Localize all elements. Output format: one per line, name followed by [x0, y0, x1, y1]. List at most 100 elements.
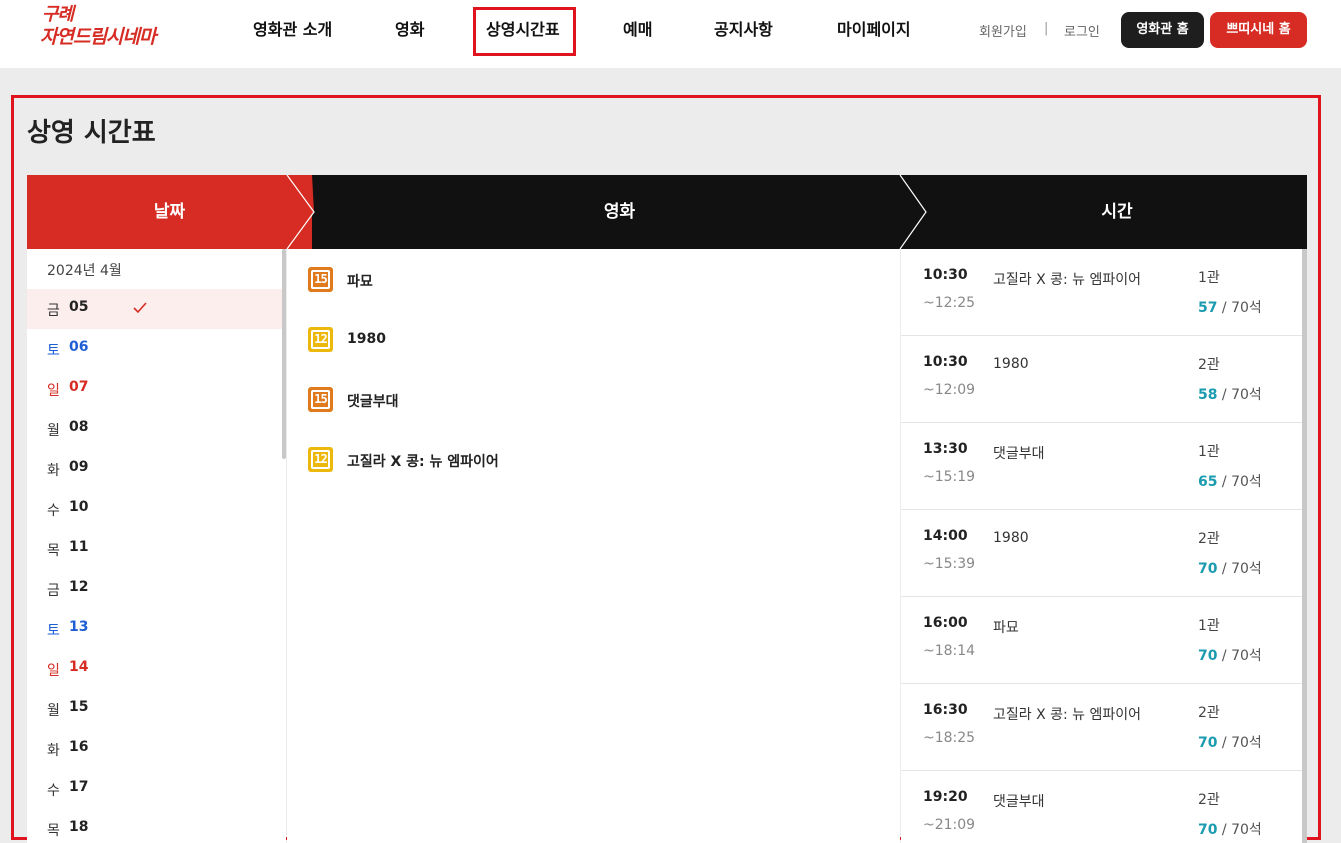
- date-day: 14: [69, 659, 89, 675]
- site-logo[interactable]: 구례 자연드림시네마: [40, 4, 170, 56]
- page-title: 상영 시간표: [27, 118, 156, 148]
- seats-total: / 70석: [1217, 474, 1262, 490]
- ppitti-home-button[interactable]: 쁘띠시네 홈: [1210, 12, 1307, 48]
- logo-line-2: 자연드림시네마: [40, 26, 156, 48]
- age-rating-badge: 12: [308, 327, 333, 352]
- date-day-of-week: 일: [47, 663, 60, 679]
- age-rating-text: 12: [311, 450, 330, 469]
- nav-notice[interactable]: 공지사항: [714, 18, 773, 42]
- showtime-end: ~15:19: [923, 469, 976, 485]
- date-day: 17: [69, 779, 89, 795]
- showtime-scrollbar[interactable]: [1302, 249, 1307, 843]
- date-item[interactable]: 월 08: [27, 409, 282, 449]
- showtime-slot[interactable]: 13:30 ~15:19 댓글부대 1관 65 / 70석: [901, 423, 1303, 510]
- movie-title: 파묘: [347, 274, 373, 290]
- showtime-slot[interactable]: 16:30 ~18:25 고질라 X 콩: 뉴 엠파이어 2관 70 / 70석: [901, 684, 1303, 771]
- date-item[interactable]: 토 06: [27, 329, 282, 369]
- showtime-movie-title: 1980: [993, 530, 1029, 546]
- date-day: 16: [69, 739, 89, 755]
- date-day: 12: [69, 579, 89, 595]
- site-header: 구례 자연드림시네마 영화관 소개 영화 상영시간표 예매 공지사항 마이페이지…: [0, 0, 1341, 68]
- signup-link[interactable]: 회원가입: [979, 21, 1027, 40]
- date-day-of-week: 화: [47, 743, 60, 759]
- showtime-end: ~12:25: [923, 295, 976, 311]
- age-rating-text: 15: [311, 270, 330, 289]
- movie-item[interactable]: 12 1980: [287, 319, 900, 359]
- age-rating-badge: 15: [308, 387, 333, 412]
- date-item[interactable]: 화 09: [27, 449, 282, 489]
- date-day: 06: [69, 339, 89, 355]
- nav-movies[interactable]: 영화: [395, 18, 424, 42]
- movie-item[interactable]: 15 댓글부대: [287, 379, 900, 419]
- showtime-hall: 1관: [1198, 270, 1220, 286]
- showtime-slot[interactable]: 10:30 ~12:25 고질라 X 콩: 뉴 엠파이어 1관 57 / 70석: [901, 249, 1303, 336]
- date-item[interactable]: 일 07: [27, 369, 282, 409]
- seats-total: / 70석: [1217, 735, 1262, 751]
- date-day: 08: [69, 419, 89, 435]
- theater-home-button[interactable]: 영화관 홈: [1121, 12, 1204, 48]
- nav-theater-intro[interactable]: 영화관 소개: [253, 18, 332, 42]
- seats-available: 70: [1198, 822, 1218, 838]
- showtime-hall: 2관: [1198, 357, 1220, 373]
- date-scrollbar[interactable]: [282, 249, 286, 459]
- date-item[interactable]: 화 16: [27, 729, 282, 769]
- showtime-start: 16:00: [923, 615, 968, 631]
- date-item[interactable]: 일 14: [27, 649, 282, 689]
- seats-available: 70: [1198, 735, 1218, 751]
- date-day-of-week: 금: [47, 303, 60, 319]
- date-day: 11: [69, 539, 89, 555]
- date-day: 13: [69, 619, 89, 635]
- showtime-movie-title: 파묘: [993, 620, 1019, 636]
- date-day-of-week: 수: [47, 783, 60, 799]
- showtime-seats: 70 / 70석: [1198, 645, 1262, 665]
- seats-available: 70: [1198, 561, 1218, 577]
- showtime-start: 16:30: [923, 702, 968, 718]
- showtime-end: ~12:09: [923, 382, 976, 398]
- showtime-hall: 2관: [1198, 531, 1220, 547]
- date-day-of-week: 월: [47, 703, 60, 719]
- movie-title: 댓글부대: [347, 394, 399, 410]
- date-day: 07: [69, 379, 89, 395]
- seats-available: 57: [1198, 300, 1218, 316]
- date-item[interactable]: 금 12: [27, 569, 282, 609]
- nav-booking[interactable]: 예매: [623, 18, 652, 42]
- seats-total: / 70석: [1217, 387, 1262, 403]
- showtime-slot[interactable]: 19:20 ~21:09 댓글부대 2관 70 / 70석: [901, 771, 1303, 843]
- showtime-movie-title: 1980: [993, 356, 1029, 372]
- age-rating-text: 15: [311, 390, 330, 409]
- showtime-seats: 70 / 70석: [1198, 558, 1262, 578]
- movie-title: 1980: [347, 331, 386, 347]
- date-item[interactable]: 목 11: [27, 529, 282, 569]
- showtime-end: ~15:39: [923, 556, 976, 572]
- movie-item[interactable]: 12 고질라 X 콩: 뉴 엠파이어: [287, 439, 900, 479]
- seats-total: / 70석: [1217, 822, 1262, 838]
- step-bar: 날짜 영화 시간: [27, 175, 1307, 249]
- date-list[interactable]: 2024년 4월 금 05 토 06 일 07 월 08 화 09 수 10 목 11 금 12 토 13 일 14 월…: [27, 249, 286, 843]
- showtime-slot[interactable]: 10:30 ~12:09 1980 2관 58 / 70석: [901, 336, 1303, 423]
- showtime-seats: 57 / 70석: [1198, 297, 1262, 317]
- date-day-of-week: 목: [47, 823, 60, 839]
- nav-mypage[interactable]: 마이페이지: [837, 18, 911, 42]
- date-day-of-week: 월: [47, 423, 60, 439]
- date-day: 15: [69, 699, 89, 715]
- date-day-of-week: 목: [47, 543, 60, 559]
- showtime-slot[interactable]: 16:00 ~18:14 파묘 1관 70 / 70석: [901, 597, 1303, 684]
- date-day-of-week: 토: [47, 623, 60, 639]
- step-arrows: [286, 175, 927, 249]
- date-item[interactable]: 토 13: [27, 609, 282, 649]
- movie-item[interactable]: 15 파묘: [287, 259, 900, 299]
- login-link[interactable]: 로그인: [1064, 21, 1100, 40]
- date-item[interactable]: 수 10: [27, 489, 282, 529]
- date-item[interactable]: 수 17: [27, 769, 282, 809]
- date-item[interactable]: 금 05: [27, 289, 282, 329]
- showtime-start: 10:30: [923, 354, 968, 370]
- date-item[interactable]: 월 15: [27, 689, 282, 729]
- showtime-list[interactable]: 10:30 ~12:25 고질라 X 콩: 뉴 엠파이어 1관 57 / 70석 10:3…: [901, 249, 1303, 843]
- date-item[interactable]: 목 18: [27, 809, 282, 843]
- movie-title: 고질라 X 콩: 뉴 엠파이어: [347, 454, 499, 470]
- showtime-slot[interactable]: 14:00 ~15:39 1980 2관 70 / 70석: [901, 510, 1303, 597]
- seats-available: 65: [1198, 474, 1218, 490]
- seats-available: 58: [1198, 387, 1218, 403]
- movie-list: 15 파묘 12 1980 15 댓글부대 12 고질라 X 콩: 뉴 엠파이어: [287, 249, 900, 843]
- showtime-seats: 65 / 70석: [1198, 471, 1262, 491]
